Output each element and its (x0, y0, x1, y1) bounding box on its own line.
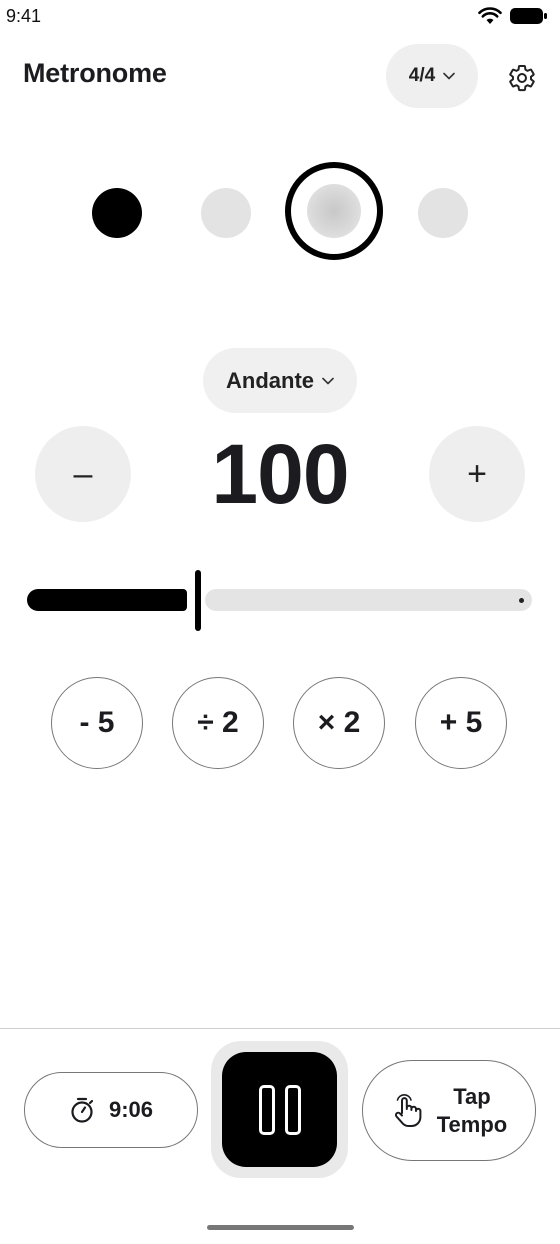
wifi-icon (478, 7, 502, 24)
tap-label-line-1: Tap (453, 1083, 491, 1109)
timer-label: 9:06 (108, 1097, 154, 1122)
hand-pointer-icon (394, 1093, 422, 1127)
decrease-bpm-button[interactable]: – (35, 426, 131, 522)
tempo-name-label: Andante (226, 367, 314, 393)
pause-bar-left (258, 1084, 275, 1135)
timer-button[interactable]: 9:06 (24, 1072, 198, 1148)
battery-icon (510, 8, 547, 24)
tempo-slider-track[interactable] (205, 589, 532, 611)
plus-five-button[interactable]: + 5 (415, 677, 507, 769)
status-icons (478, 6, 548, 26)
stopwatch-icon (71, 1097, 94, 1123)
double-tempo-label: × 2 (317, 706, 361, 739)
minus-icon: – (73, 454, 93, 493)
time-signature-selector[interactable]: 4/4 (386, 44, 478, 108)
pause-icon (258, 1084, 301, 1135)
beat-indicator-1[interactable] (92, 188, 142, 238)
beat-indicator-2[interactable] (201, 188, 251, 238)
chevron-down-icon (443, 72, 456, 80)
settings-button[interactable] (502, 58, 542, 98)
plus-five-label: + 5 (439, 706, 483, 739)
home-indicator[interactable] (207, 1225, 354, 1230)
tempo-slider-active-track[interactable] (27, 589, 187, 611)
status-time: 9:41 (6, 6, 42, 26)
increase-bpm-button[interactable]: + (429, 426, 525, 522)
chevron-down-icon (322, 377, 334, 384)
bpm-value: 100 (211, 427, 349, 521)
gear-icon (509, 65, 535, 92)
pause-bar-right (284, 1084, 301, 1135)
double-tempo-button[interactable]: × 2 (293, 677, 385, 769)
plus-icon: + (467, 454, 487, 493)
bottom-divider (0, 1028, 560, 1029)
minus-five-label: - 5 (79, 706, 115, 739)
play-pause-button[interactable] (222, 1052, 337, 1167)
tempo-slider-stop-indicator (519, 598, 524, 603)
halve-tempo-button[interactable]: ÷ 2 (172, 677, 264, 769)
tap-tempo-label: Tap Tempo (437, 1083, 507, 1139)
tempo-slider-thumb[interactable] (195, 570, 201, 631)
minus-five-button[interactable]: - 5 (51, 677, 143, 769)
halve-tempo-label: ÷ 2 (197, 706, 239, 739)
tap-tempo-button[interactable]: Tap Tempo (362, 1060, 536, 1161)
tap-label-line-2: Tempo (436, 1111, 508, 1137)
tempo-name-selector[interactable]: Andante (203, 348, 357, 413)
beat-indicator-3-pulse (307, 184, 361, 238)
beat-indicator-4[interactable] (418, 188, 468, 238)
time-signature-label: 4/4 (408, 65, 436, 86)
page-title: Metronome (23, 58, 167, 88)
